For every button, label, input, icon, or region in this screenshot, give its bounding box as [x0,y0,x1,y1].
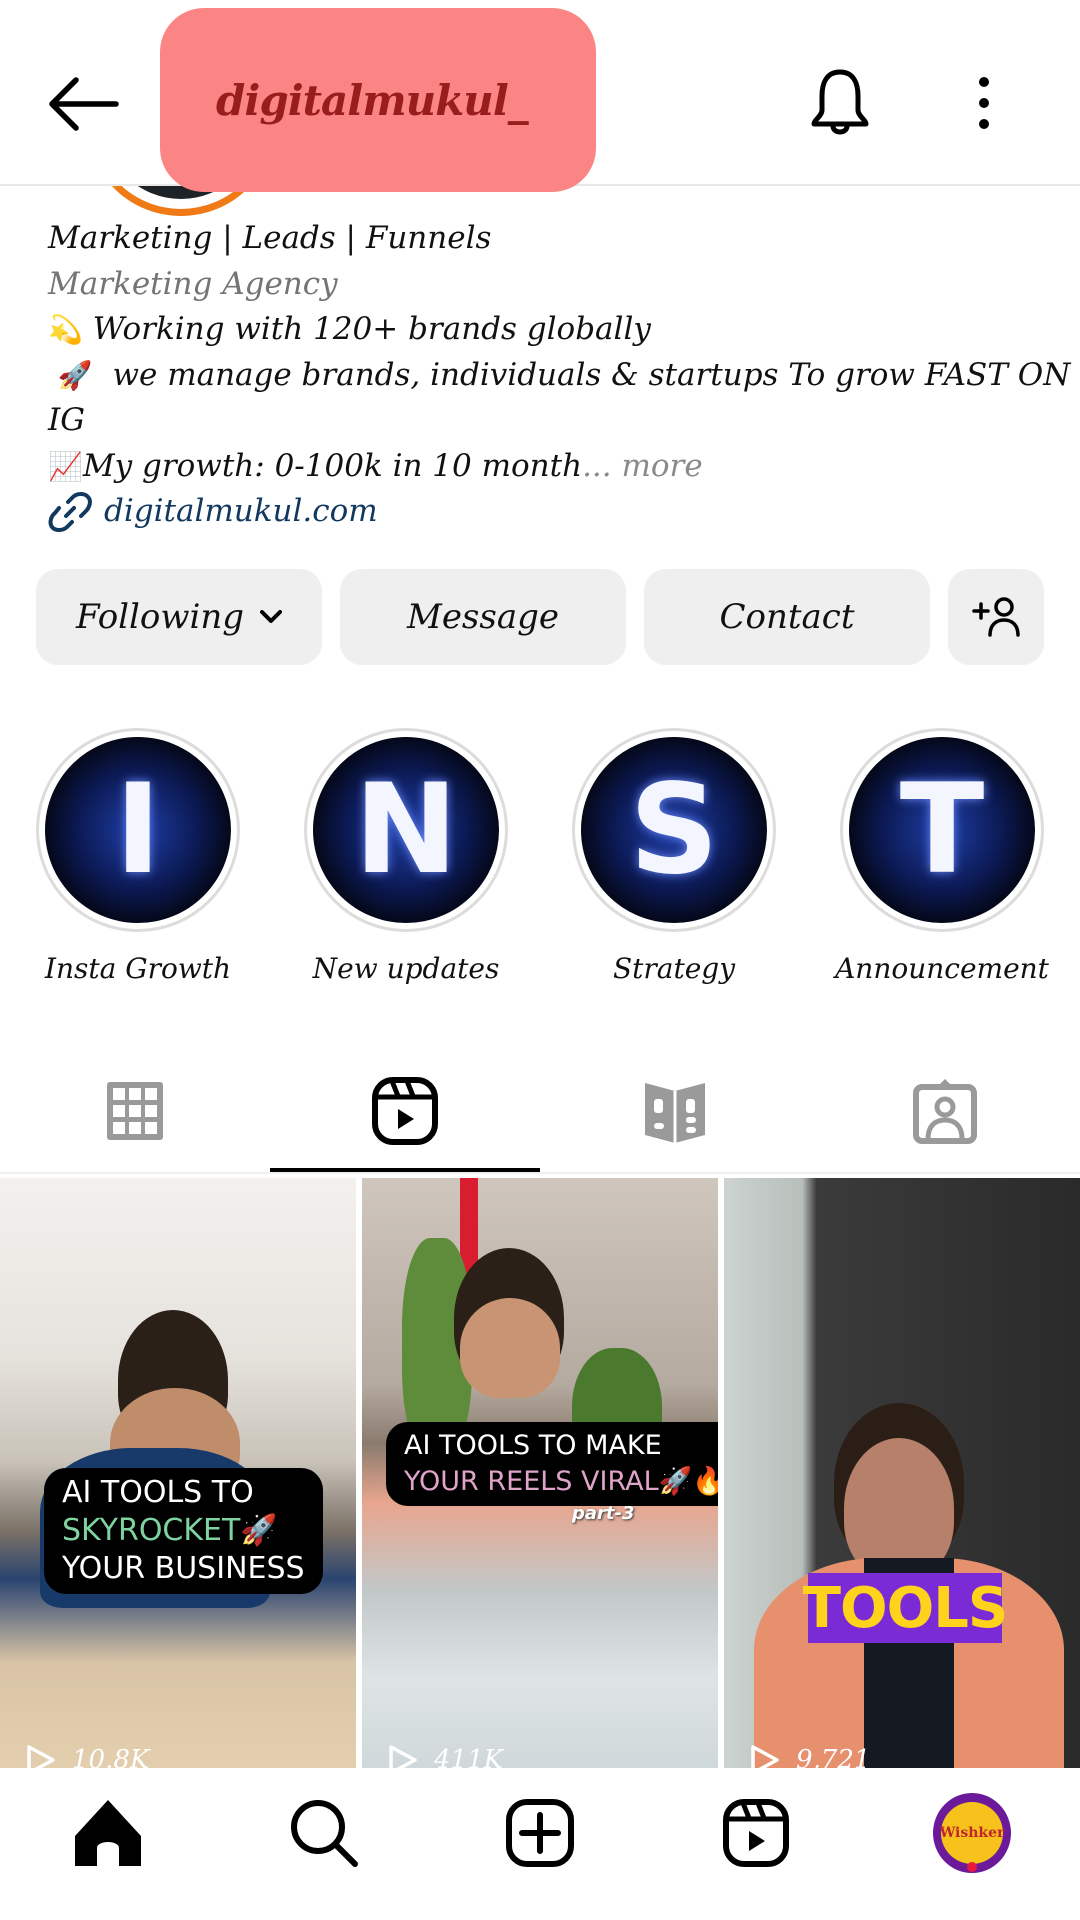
following-button[interactable]: Following [36,569,322,665]
reel-thumbnail[interactable]: AI TOOLS TO MAKE YOUR REELS VIRAL🚀🔥 part… [362,1178,718,1768]
suggest-users-button[interactable] [948,569,1044,665]
highlight-cover: S [581,737,767,923]
highlight-label: Announcement [835,952,1049,985]
chart-emoji-icon: 📈 [48,449,83,483]
reel-thumbnail[interactable]: TOOLS 9,721 [724,1178,1080,1768]
bio-title: Marketing | Leads | Funnels [48,220,492,256]
search-icon [291,1800,358,1867]
link-icon [48,491,92,532]
reel-view-count: 9,721 [750,1744,870,1768]
story-highlights: I Insta Growth N New updates S Strategy … [36,728,1049,985]
reel-subtitle: part-3 [572,1503,635,1524]
top-bar: digitalmukul_ [0,0,1080,192]
bio-line: IG [48,402,86,438]
profile-bio: Marketing | Leads | Funnels Marketing Ag… [48,216,1071,535]
contact-button[interactable]: Contact [644,569,930,665]
reel-caption: AI TOOLS TO MAKE YOUR REELS VIRAL🚀🔥 [386,1422,718,1506]
profile-content-tabs [0,1050,1080,1172]
tab-guides[interactable] [540,1050,810,1172]
highlight-label: New updates [312,952,500,985]
dizzy-emoji-icon: 💫 [48,313,83,346]
nav-search[interactable] [216,1768,432,1898]
plus-square-icon [506,1799,574,1867]
nav-profile[interactable]: Wishker [864,1768,1080,1898]
reel-caption: AI TOOLS TO SKYROCKET🚀 YOUR BUSINESS [44,1468,323,1594]
bio-line: 🚀 we manage brands, individuals & startu… [57,356,1071,393]
highlight-new-updates[interactable]: N New updates [304,728,508,985]
reels-grid: AI TOOLS TO SKYROCKET🚀 YOUR BUSINESS 10.… [0,1178,1080,1768]
guide-icon [645,1083,705,1143]
play-icon [27,1745,55,1768]
nav-home[interactable] [0,1768,216,1898]
highlight-cover: I [45,737,231,923]
tab-tagged[interactable] [810,1050,1080,1172]
grid-icon [107,1082,163,1140]
bio-category: Marketing Agency [48,265,338,302]
bio-line: 📈My growth: 0-100k in 10 month... more [48,447,703,484]
profile-actions: Following Message Contact [36,569,1044,665]
reel-view-count: 411K [388,1744,503,1768]
bottom-navigation: Wishker [0,1768,1080,1920]
tab-reels[interactable] [270,1050,540,1172]
highlight-insta-growth[interactable]: I Insta Growth [36,728,240,985]
nav-create[interactable] [432,1768,648,1898]
rocket-emoji-icon: 🚀 [57,358,93,392]
nav-reels[interactable] [648,1768,864,1898]
bio-line: 💫 Working with 120+ brands globally [48,311,651,347]
bio-more-link[interactable]: ... more [582,448,703,484]
add-person-icon [972,597,1020,637]
highlight-announcement[interactable]: T Announcement [835,728,1049,985]
avatar: Wishker [933,1793,1011,1873]
profile-username: digitalmukul_ [216,75,529,125]
arrow-left-icon [49,77,119,131]
back-button[interactable] [46,72,120,136]
username-highlight[interactable]: digitalmukul_ [160,8,596,192]
bell-icon [811,69,869,135]
bio-website-link[interactable]: digitalmukul.com [48,489,1048,535]
play-icon [389,1745,417,1768]
more-options-button[interactable] [968,76,1000,130]
highlight-label: Insta Growth [44,952,232,985]
home-icon [75,1800,141,1866]
reel-caption: TOOLS [803,1573,1008,1643]
reel-thumbnail[interactable]: AI TOOLS TO SKYROCKET🚀 YOUR BUSINESS 10.… [0,1178,356,1768]
more-vertical-icon [979,77,989,129]
tagged-person-icon [913,1079,977,1144]
highlight-cover: T [849,737,1035,923]
tab-posts[interactable] [0,1050,270,1172]
play-icon [751,1745,779,1768]
highlight-cover: N [313,737,499,923]
tabs-divider [0,1172,1080,1174]
highlight-strategy[interactable]: S Strategy [572,728,776,985]
reels-icon [723,1799,789,1867]
reel-view-count: 10.8K [26,1744,149,1768]
chevron-down-icon [260,610,283,623]
notifications-button[interactable] [806,66,874,140]
highlight-label: Strategy [612,952,736,985]
reels-icon [372,1077,438,1145]
profile-notification-dot [967,1862,977,1872]
message-button[interactable]: Message [340,569,626,665]
